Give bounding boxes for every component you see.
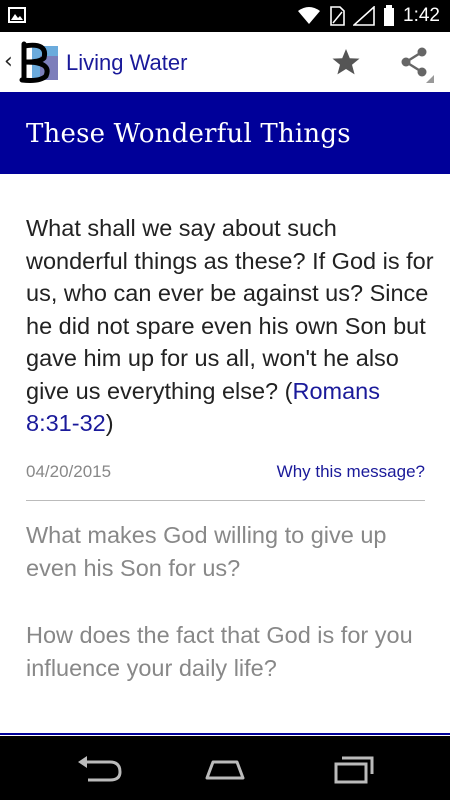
verse-close: ): [105, 410, 114, 436]
reflection-question: How does the fact that God is for you in…: [26, 622, 413, 681]
up-navigation-caret[interactable]: ‹: [4, 49, 13, 74]
status-icons: 1:42: [297, 0, 440, 32]
message-meta: 04/20/2015 Why this message?: [26, 462, 425, 484]
system-nav-bar: [0, 736, 450, 800]
app-title[interactable]: Living Water: [66, 50, 187, 76]
action-bar: ‹ Living Water: [0, 32, 450, 92]
bottom-divider: [0, 733, 450, 735]
why-this-message-link[interactable]: Why this message?: [277, 462, 425, 482]
battery-icon: [384, 5, 395, 26]
image-icon: [8, 7, 26, 23]
wifi-icon: [298, 7, 321, 24]
status-time: 1:42: [403, 5, 440, 26]
verse-text: What shall we say about such wonderful t…: [26, 212, 436, 440]
back-icon[interactable]: [70, 748, 130, 788]
app-logo-icon[interactable]: [18, 40, 60, 84]
share-icon[interactable]: [395, 44, 435, 84]
divider: [26, 500, 425, 501]
signal-icon: [353, 6, 375, 26]
reflection-question: What makes God willing to give up even h…: [26, 522, 387, 581]
page-title: These Wonderful Things: [26, 119, 351, 149]
recent-apps-icon[interactable]: [322, 748, 382, 788]
sim-icon: [330, 6, 345, 26]
home-icon[interactable]: [195, 748, 255, 788]
message-date: 04/20/2015: [26, 462, 112, 481]
verse-body: What shall we say about such wonderful t…: [26, 215, 434, 404]
title-band: These Wonderful Things: [0, 92, 450, 174]
star-icon[interactable]: [330, 46, 362, 78]
status-bar: 1:42: [0, 0, 450, 32]
